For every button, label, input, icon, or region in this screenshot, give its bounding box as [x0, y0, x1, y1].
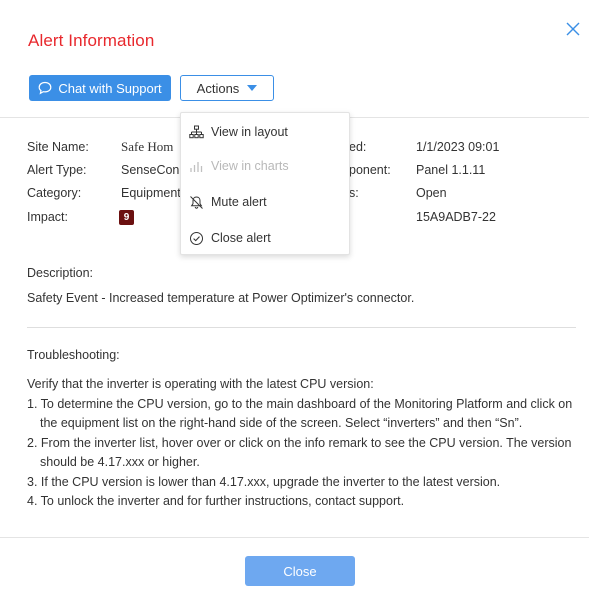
impact-label: Impact:	[27, 210, 68, 224]
section-divider	[27, 327, 576, 328]
alert-id-value: 15A9ADB7-22	[416, 210, 496, 224]
description-text: Safety Event - Increased temperature at …	[27, 291, 415, 305]
menu-item-close-alert[interactable]: Close alert	[189, 227, 344, 249]
site-name-value: Safe Hom	[121, 139, 174, 154]
bell-muted-icon	[190, 195, 203, 209]
impact-badge: 9	[119, 210, 134, 225]
close-button[interactable]: Close	[245, 556, 355, 586]
component-value: Panel 1.1.11	[416, 163, 486, 177]
troubleshooting-steps: Verify that the inverter is operating wi…	[27, 375, 582, 512]
menu-item-view-in-charts: View in charts	[189, 155, 344, 177]
detected-value: 1/1/2023 09:01	[416, 140, 500, 154]
close-icon[interactable]	[564, 20, 582, 38]
layout-icon	[189, 125, 204, 138]
menu-item-label: View in charts	[211, 159, 289, 173]
menu-item-view-in-layout[interactable]: View in layout	[189, 121, 344, 143]
status-value: Open	[416, 186, 447, 200]
component-label: ponent:	[349, 163, 391, 177]
actions-dropdown-menu: View in layout View in charts Mute alert	[180, 112, 350, 255]
dialog-title: Alert Information	[28, 31, 155, 50]
troubleshooting-step: 2. From the inverter list, hover over or…	[27, 435, 572, 470]
alert-information-dialog: Alert Information Chat with Support Acti…	[0, 0, 589, 599]
category-value: Equipment	[121, 186, 181, 200]
chat-with-support-label: Chat with Support	[58, 80, 162, 96]
check-circle-icon	[190, 231, 203, 245]
menu-item-label: View in layout	[211, 125, 288, 139]
site-name-label: Site Name:	[27, 140, 89, 154]
caret-down-icon	[247, 85, 258, 91]
menu-item-mute-alert[interactable]: Mute alert	[189, 191, 344, 213]
troubleshooting-step: 1. To determine the CPU version, go to t…	[27, 396, 573, 431]
status-label: s:	[349, 186, 359, 200]
alert-type-value: SenseConn	[121, 163, 187, 177]
troubleshooting-step: 3. If the CPU version is lower than 4.17…	[27, 474, 501, 489]
detected-label: ed:	[349, 140, 367, 154]
alert-type-label: Alert Type:	[27, 163, 87, 177]
troubleshooting-step: 4. To unlock the inverter and for furthe…	[27, 494, 405, 508]
troubleshooting-intro: Verify that the inverter is operating wi…	[27, 377, 374, 391]
chat-with-support-button[interactable]: Chat with Support	[29, 75, 171, 101]
category-label: Category:	[27, 186, 82, 200]
footer-divider	[0, 537, 589, 538]
menu-item-label: Mute alert	[211, 195, 267, 209]
troubleshooting-title: Troubleshooting:	[27, 348, 120, 362]
actions-button[interactable]: Actions	[180, 75, 274, 101]
chart-icon	[190, 161, 203, 172]
description-title: Description:	[27, 266, 93, 280]
menu-item-label: Close alert	[211, 231, 271, 245]
actions-label: Actions	[196, 80, 240, 96]
chat-bubble-icon	[38, 81, 52, 95]
